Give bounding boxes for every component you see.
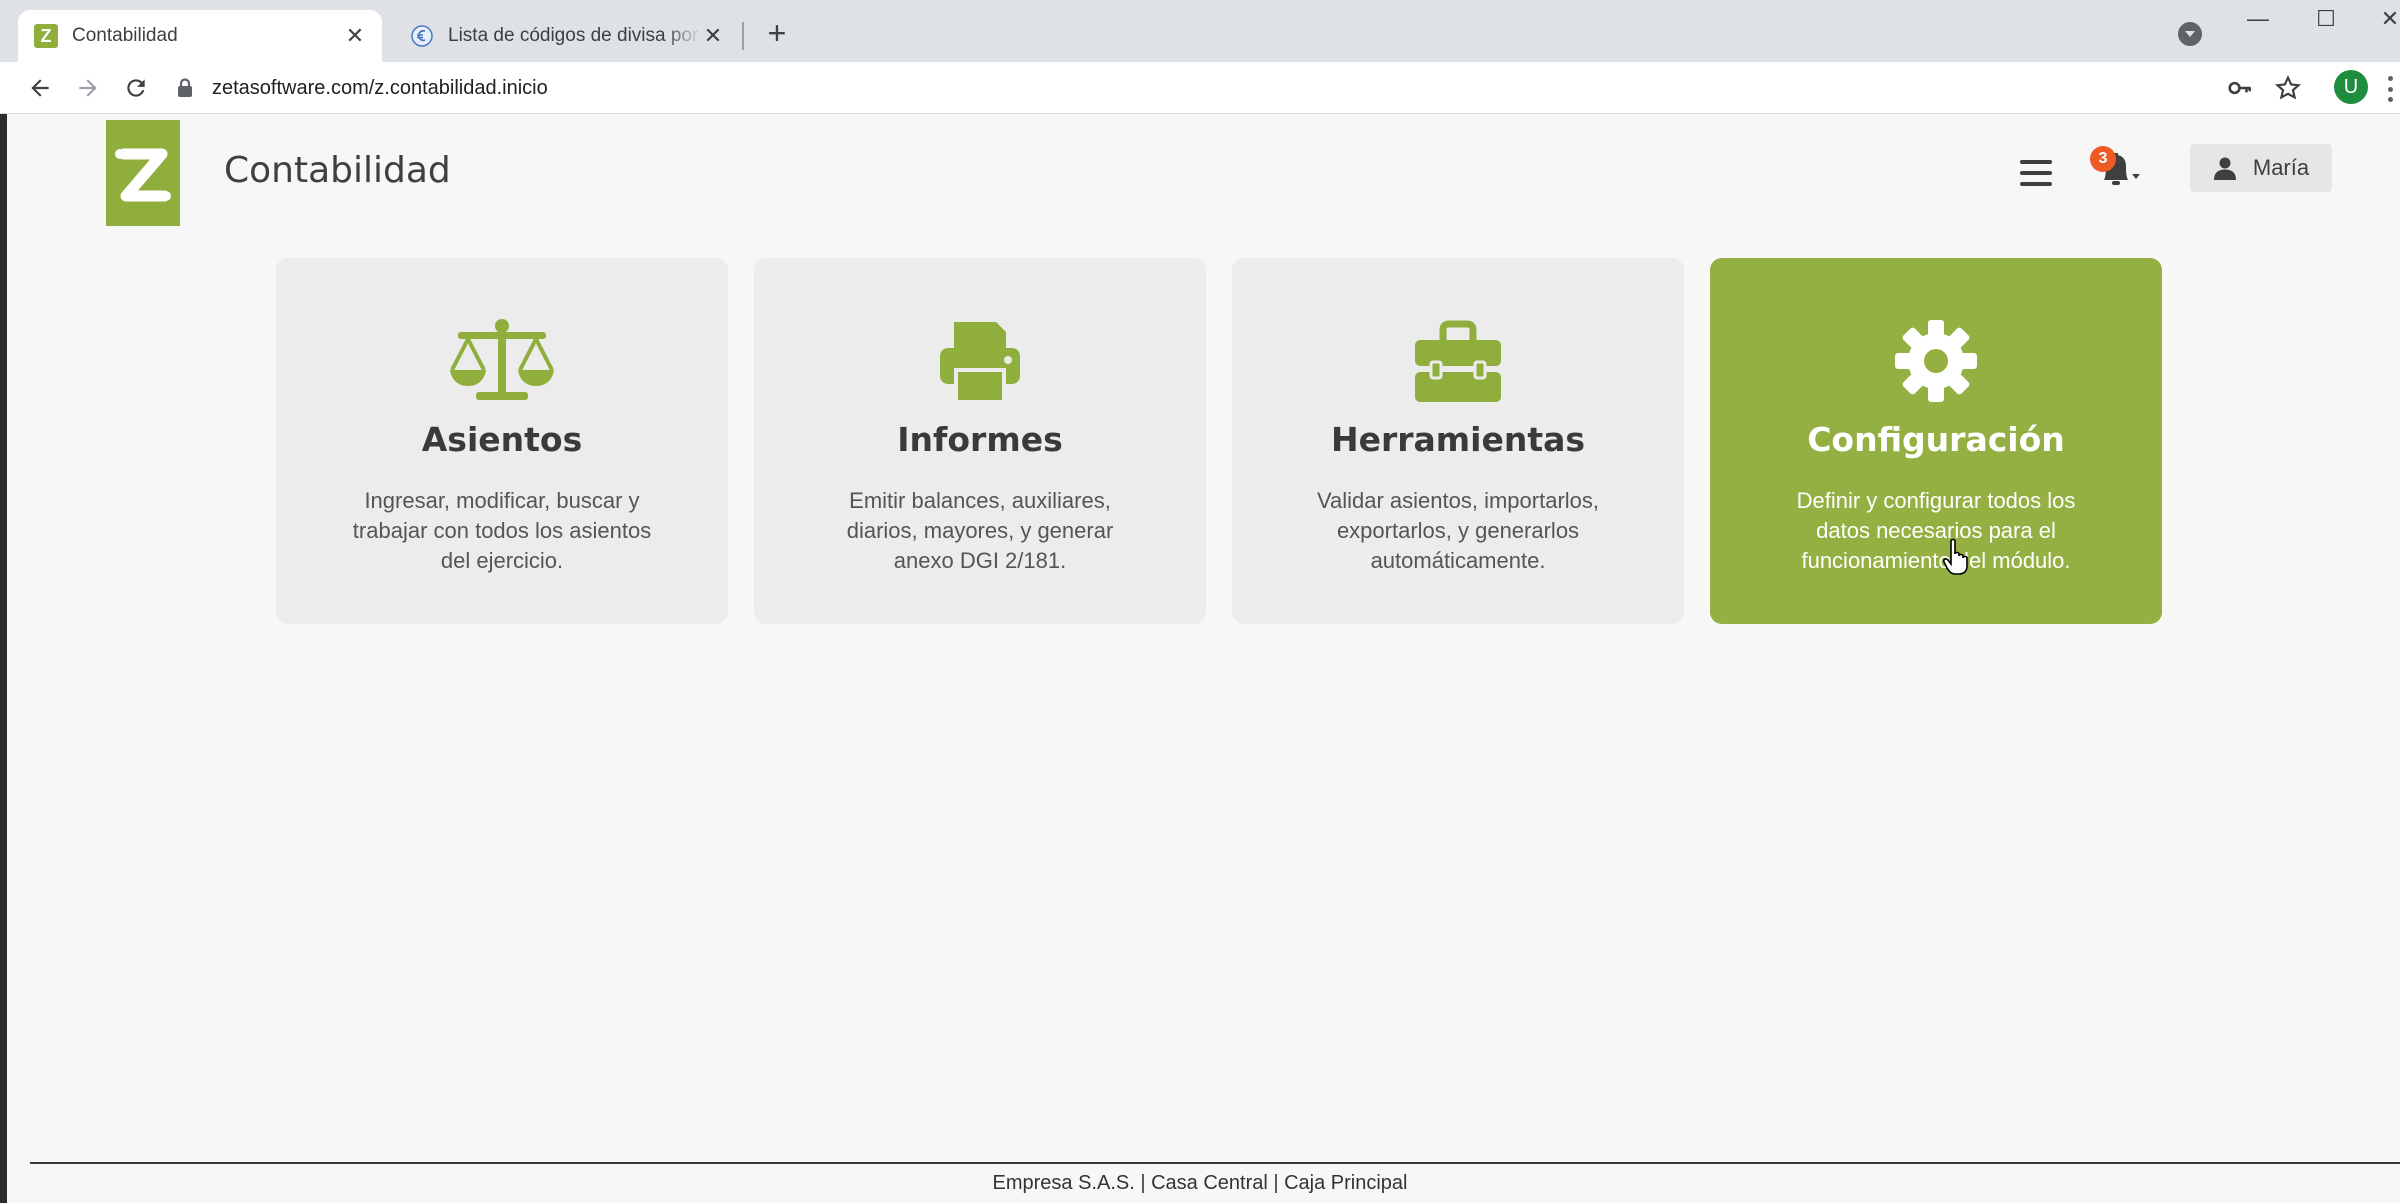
user-name: María — [2252, 155, 2310, 180]
card-title: Informes — [897, 420, 1063, 459]
gear-icon — [1895, 320, 1977, 402]
maximize-icon[interactable]: ☐ — [2306, 4, 2346, 34]
tab-contabilidad[interactable]: Z Contabilidad ✕ — [18, 10, 382, 62]
card-title: Configuración — [1807, 420, 2065, 459]
card-herramientas[interactable]: Herramientas Validar asientos, importarl… — [1232, 258, 1684, 624]
back-icon[interactable] — [22, 70, 58, 106]
card-description: Validar asientos, importarlos, exportarl… — [1316, 488, 1600, 573]
address-bar[interactable]: zetasoftware.com/z.contabilidad.inicio — [176, 68, 2386, 108]
card-title: Herramientas — [1330, 420, 1586, 459]
lock-icon — [178, 78, 192, 97]
footer-divider — [30, 1162, 2400, 1164]
browser-toolbar: zetasoftware.com/z.contabilidad.inicio U — [0, 62, 2400, 114]
card-asientos[interactable]: Asientos Ingresar, modificar, buscar y t… — [276, 258, 728, 624]
hand-cursor-icon — [1943, 538, 1968, 575]
tab-search-icon[interactable] — [2178, 22, 2202, 46]
window-edge — [0, 114, 7, 1203]
z-logo-icon: Z — [34, 24, 58, 48]
card-description: Emitir balances, auxiliares, diarios, ma… — [846, 488, 1114, 573]
close-icon[interactable]: ✕ — [702, 23, 724, 48]
balance-scale-icon — [450, 319, 554, 400]
card-description: Definir y configurar todos los datos nec… — [1796, 488, 2076, 573]
hamburger-menu-icon[interactable] — [2020, 160, 2052, 186]
forward-icon[interactable] — [70, 70, 106, 106]
user-icon — [2213, 157, 2236, 180]
globe-icon — [411, 25, 433, 47]
reload-icon[interactable] — [118, 70, 154, 106]
app-logo[interactable] — [106, 120, 180, 226]
card-description: Ingresar, modificar, buscar y trabajar c… — [352, 488, 652, 573]
browser-menu-icon[interactable] — [2386, 76, 2394, 102]
page-title: Contabilidad — [224, 150, 451, 191]
card-informes[interactable]: Informes Emitir balances, auxiliares, di… — [754, 258, 1206, 624]
key-icon[interactable] — [2224, 72, 2256, 104]
browser-tab-bar: Z Contabilidad ✕ Lista de códigos de div… — [0, 0, 2400, 62]
z-logo-icon — [115, 148, 171, 202]
notifications-button[interactable]: 3 — [2090, 146, 2142, 192]
bookmark-star-icon[interactable] — [2272, 72, 2304, 104]
card-configuracion[interactable]: Configuración Definir y configurar todos… — [1710, 258, 2162, 624]
toolbox-icon — [1415, 320, 1501, 402]
close-window-icon[interactable]: ✕ — [2370, 4, 2400, 34]
new-tab-icon[interactable]: + — [760, 15, 794, 51]
footer-info: Empresa S.A.S. | Casa Central | Caja Pri… — [992, 1172, 1408, 1194]
tab-currency-codes[interactable]: Lista de códigos de divisa por país ✕ — [394, 10, 740, 62]
minimize-icon[interactable]: — — [2238, 4, 2278, 34]
tab-title: Contabilidad — [72, 25, 178, 46]
url-text: zetasoftware.com/z.contabilidad.inicio — [212, 76, 548, 99]
user-menu-button[interactable]: María — [2190, 144, 2332, 192]
card-title: Asientos — [421, 420, 583, 459]
notification-count-badge: 3 — [2090, 146, 2116, 172]
tab-separator — [742, 22, 744, 50]
printer-icon — [940, 322, 1020, 404]
tab-title: Lista de códigos de divisa por país — [448, 25, 702, 46]
close-icon[interactable]: ✕ — [344, 23, 366, 48]
profile-avatar[interactable]: U — [2334, 70, 2368, 104]
